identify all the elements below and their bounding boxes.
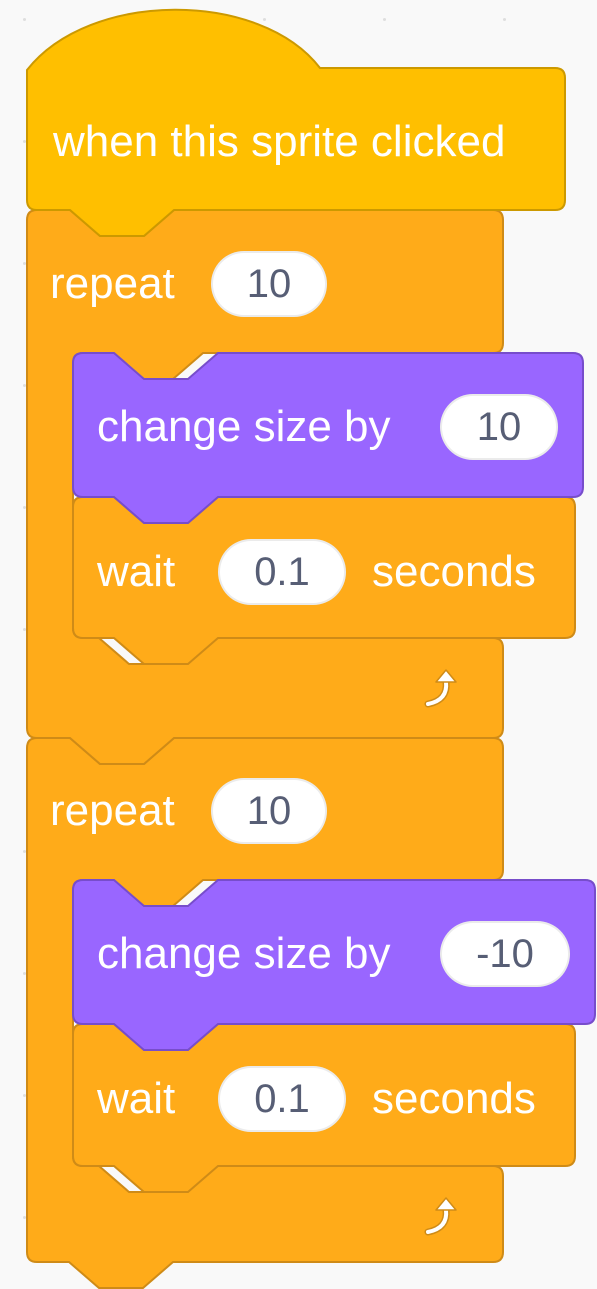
wait-label: wait [97,1074,176,1123]
repeat-label: repeat [50,786,175,835]
wait-unit-label: seconds [372,547,536,596]
repeat-count-input[interactable]: 10 [211,778,327,844]
wait-label: wait [97,547,176,596]
loop-arrow-icon [424,669,457,708]
change-size-input[interactable]: -10 [440,921,570,987]
change-size-label: change size by [97,402,391,451]
wait-unit-label: seconds [372,1074,536,1123]
scripts-workspace[interactable]: when this sprite clicked repeat 10 chang… [0,0,597,1289]
change-size-label: change size by [97,929,391,978]
loop-arrow-icon [424,1197,457,1236]
wait-duration-input[interactable]: 0.1 [218,1066,346,1132]
repeat-count-input[interactable]: 10 [211,251,327,317]
change-size-input[interactable]: 10 [440,394,558,460]
hat-label: when this sprite clicked [53,117,506,166]
wait-duration-input[interactable]: 0.1 [218,539,346,605]
repeat-label: repeat [50,259,175,308]
